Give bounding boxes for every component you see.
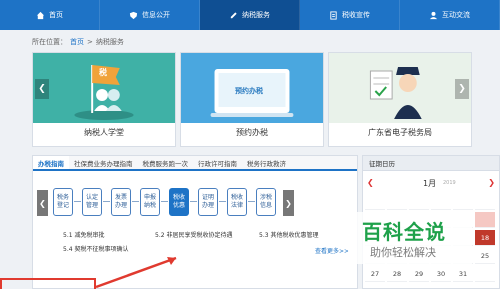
annotation-arrow [95,256,177,289]
annotation-highlight-box [0,278,96,289]
annotation-overlay [95,256,177,289]
